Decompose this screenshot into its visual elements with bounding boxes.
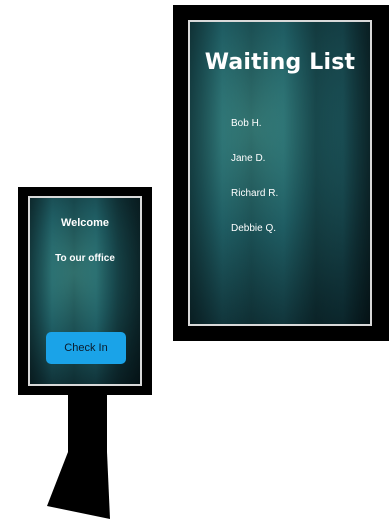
kiosk-base: [47, 452, 110, 519]
check-in-kiosk: Welcome To our office Check In: [18, 187, 152, 395]
welcome-heading: Welcome: [60, 217, 110, 229]
waiting-list: Bob H. Jane D. Richard R. Debbie Q.: [231, 117, 278, 257]
waiting-list-item: Richard R.: [231, 188, 279, 199]
scene: Waiting List Bob H. Jane D. Richard R. D…: [0, 0, 390, 519]
waiting-list-item: Bob H.: [231, 118, 262, 129]
welcome-subtitle: To our office: [55, 253, 115, 264]
waiting-list-item: Debbie Q.: [231, 223, 277, 234]
waiting-list-display: Waiting List Bob H. Jane D. Richard R. D…: [173, 5, 389, 341]
kiosk-pole: [68, 395, 107, 455]
check-in-button[interactable]: Check In: [46, 332, 126, 364]
kiosk-screen: Welcome To our office Check In: [28, 196, 142, 386]
waiting-list-title: Waiting List: [204, 50, 356, 75]
waiting-list-item: Jane D.: [231, 153, 266, 164]
waiting-list-screen: Waiting List Bob H. Jane D. Richard R. D…: [188, 20, 372, 326]
